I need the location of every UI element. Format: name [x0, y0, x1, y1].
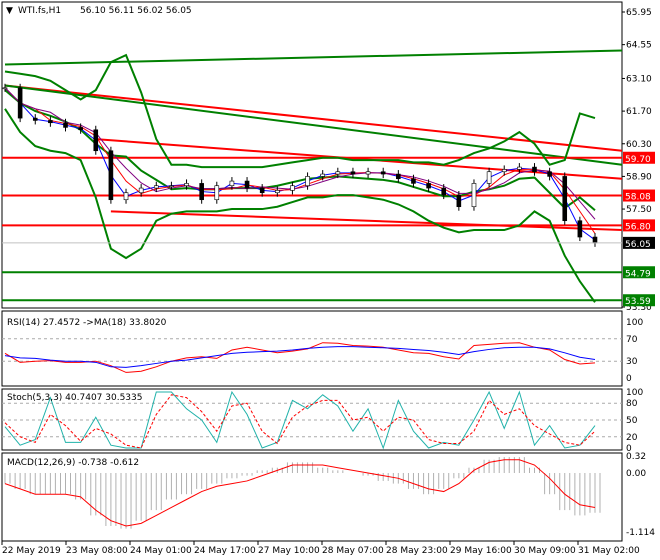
candle — [305, 176, 310, 187]
level-tag-label: 53.59 — [625, 297, 651, 307]
candle — [123, 192, 129, 201]
candle — [577, 220, 583, 238]
time-label: 22 May 2019 — [2, 546, 61, 556]
candle — [426, 183, 431, 189]
candle — [48, 120, 53, 124]
price-tick-label: 57.50 — [626, 205, 652, 215]
candle — [320, 173, 325, 177]
rsi-tick-label: 70 — [626, 335, 638, 345]
candle — [169, 185, 174, 188]
candle — [2, 87, 8, 90]
symbol-label: WTI.fs,H1 — [18, 6, 61, 16]
price-tick-label: 64.55 — [626, 41, 652, 51]
dropdown-arrow-icon[interactable]: ▼ — [6, 6, 13, 16]
candle — [471, 183, 477, 208]
macd-tick-label: -1.114 — [626, 528, 655, 538]
candle — [456, 194, 462, 208]
time-label: 31 May 02:00 — [578, 546, 640, 556]
candle — [229, 180, 235, 187]
time-label: 24 May 01:00 — [130, 546, 192, 556]
candle — [396, 173, 401, 180]
stoch-tick-label: 80 — [626, 399, 638, 409]
time-label: 30 May 09:00 — [514, 546, 576, 556]
candle — [108, 150, 114, 201]
trading-chart[interactable]: 65.9564.5563.1061.7060.3058.9057.5053.30… — [0, 0, 660, 560]
rsi-tick-label: 30 — [626, 357, 638, 367]
price-tick-label: 61.70 — [626, 107, 652, 117]
candle — [93, 129, 99, 152]
candle — [592, 236, 598, 244]
candle — [259, 187, 265, 194]
time-label: 27 May 10:00 — [258, 546, 320, 556]
candle — [380, 171, 386, 175]
price-tick-label: 58.90 — [626, 172, 652, 182]
rsi-label: RSI(14) 27.4572 ->MA(18) 33.8020 — [7, 318, 167, 328]
candle — [335, 171, 341, 175]
macd-tick-label: 0.00 — [626, 469, 646, 479]
level-tag-label: 56.80 — [625, 222, 651, 232]
price-tick-label: 63.10 — [626, 74, 652, 84]
level-tag-label: 58.08 — [625, 193, 651, 203]
stoch-tick-label: 100 — [626, 388, 643, 398]
candle — [244, 180, 250, 189]
time-label: 28 May 07:00 — [322, 546, 384, 556]
candle — [562, 176, 568, 222]
candle — [32, 117, 38, 121]
candle — [214, 185, 220, 201]
level-tag-label: 59.70 — [625, 155, 651, 165]
candle — [441, 187, 447, 196]
rsi-tick-label: 100 — [626, 318, 643, 328]
candle — [532, 166, 537, 173]
stoch-label: Stoch(5,3,3) 40.7407 30.5335 — [7, 393, 142, 403]
macd-label: MACD(12,26,9) -0.738 -0.612 — [7, 458, 139, 468]
candle — [199, 183, 204, 201]
candle — [411, 178, 416, 184]
current-price-label: 56.05 — [625, 240, 651, 250]
time-label: 23 May 08:00 — [66, 546, 128, 556]
candle — [350, 171, 356, 175]
stoch-tick-label: 50 — [626, 416, 638, 426]
candle — [275, 190, 280, 194]
candle — [517, 166, 522, 170]
candle — [486, 171, 492, 184]
ohlc-values: 56.10 56.11 56.02 56.05 — [80, 6, 192, 16]
stoch-tick-label: 20 — [626, 433, 638, 443]
time-label: 28 May 23:00 — [386, 546, 448, 556]
candle — [501, 169, 507, 173]
price-tick-label: 65.95 — [626, 8, 652, 18]
time-label: 24 May 17:00 — [194, 546, 256, 556]
candle — [138, 187, 144, 194]
macd-tick-label: 0.32 — [626, 452, 646, 462]
candle — [547, 171, 552, 177]
candle — [63, 122, 68, 128]
candle — [153, 185, 159, 189]
level-tag-label: 54.79 — [625, 269, 651, 279]
candle — [365, 171, 371, 175]
price-tick-label: 60.30 — [626, 140, 652, 150]
candle — [184, 183, 189, 187]
candle — [290, 185, 295, 191]
rsi-tick-label: 0 — [626, 374, 632, 384]
time-label: 29 May 16:00 — [450, 546, 512, 556]
candle — [78, 127, 83, 131]
candle — [17, 87, 23, 119]
